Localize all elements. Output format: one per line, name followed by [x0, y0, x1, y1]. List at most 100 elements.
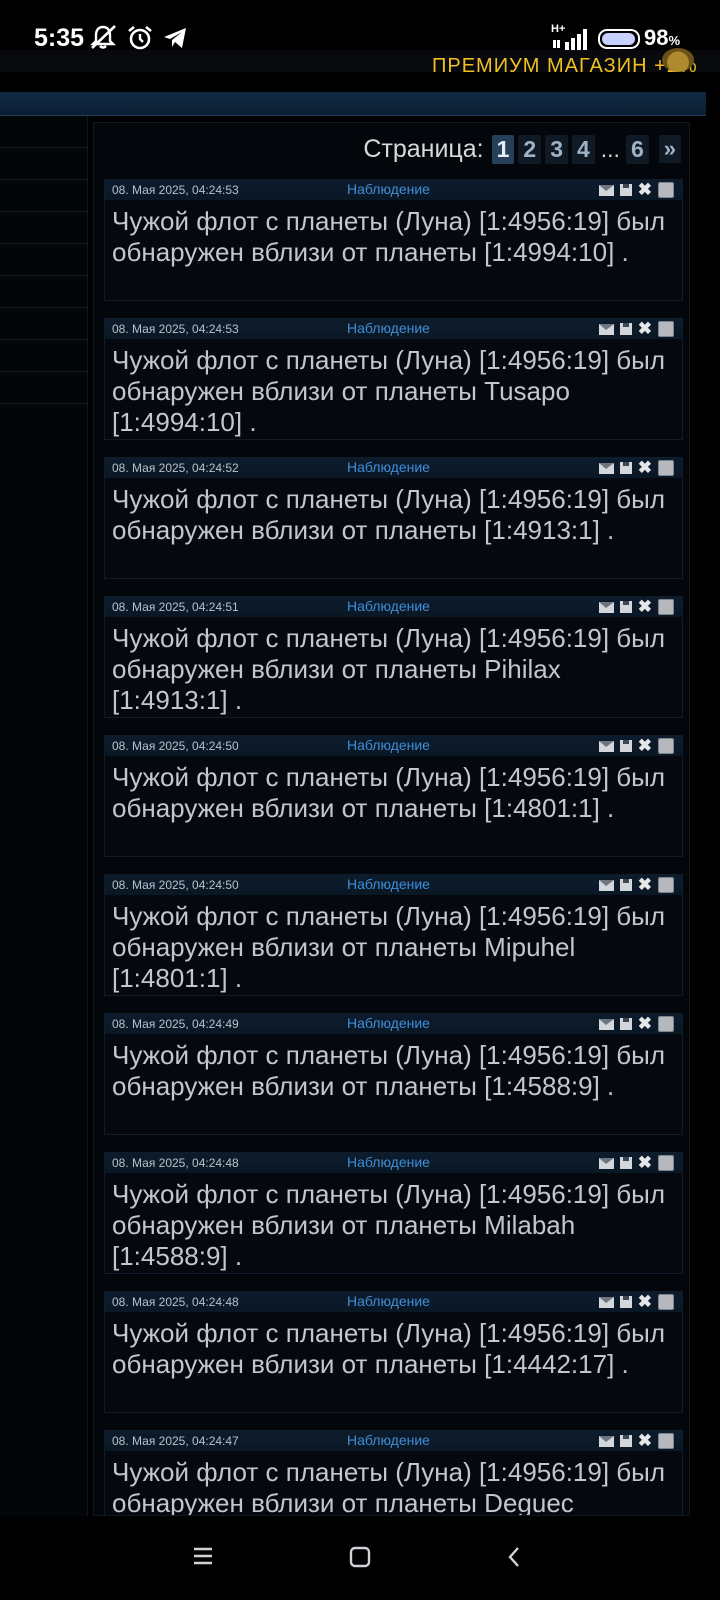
select-checkbox[interactable]: [658, 1294, 674, 1310]
delete-icon[interactable]: ✖: [638, 876, 652, 893]
delete-icon[interactable]: ✖: [638, 1432, 652, 1449]
reply-mail-icon[interactable]: [598, 879, 614, 891]
reply-mail-icon[interactable]: [598, 740, 614, 752]
save-icon[interactable]: [619, 879, 632, 891]
sidebar-item[interactable]: [0, 212, 87, 244]
next-page-button[interactable]: »: [658, 135, 681, 163]
message-actions: ✖: [598, 320, 674, 337]
message-date: 08. Мая 2025, 04:24:48: [112, 1156, 239, 1170]
message-item: 08. Мая 2025, 04:24:53 Наблюдение ✖ Чужо…: [104, 318, 683, 440]
reply-mail-icon[interactable]: [598, 1157, 614, 1169]
reply-mail-icon[interactable]: [598, 323, 614, 335]
page-button-4[interactable]: 4: [571, 134, 595, 164]
top-game-bar: ПРЕМИУМ МАГАЗИН +2%: [0, 50, 720, 72]
select-checkbox[interactable]: [658, 460, 674, 476]
save-icon[interactable]: [619, 462, 632, 474]
message-header: 08. Мая 2025, 04:24:48 Наблюдение ✖: [105, 1292, 682, 1312]
battery-percent-unit: %: [668, 33, 681, 48]
sidebar-item[interactable]: [0, 180, 87, 212]
reply-mail-icon[interactable]: [598, 1018, 614, 1030]
message-header: 08. Мая 2025, 04:24:52 Наблюдение ✖: [105, 458, 682, 478]
message-type: Наблюдение: [347, 1015, 430, 1031]
page-button-3[interactable]: 3: [545, 134, 568, 164]
home-icon[interactable]: [349, 1546, 371, 1568]
save-icon[interactable]: [619, 1157, 632, 1169]
menu-icon[interactable]: [192, 1546, 214, 1566]
sidebar-item[interactable]: [0, 276, 87, 308]
message-date: 08. Мая 2025, 04:24:51: [112, 600, 239, 614]
message-actions: ✖: [598, 1154, 674, 1171]
reply-mail-icon[interactable]: [598, 1296, 614, 1308]
save-icon[interactable]: [619, 323, 632, 335]
message-text: Чужой флот с планеты (Луна) [1:4956:19] …: [112, 1179, 666, 1271]
select-checkbox[interactable]: [658, 321, 674, 337]
reply-mail-icon[interactable]: [598, 462, 614, 474]
message-type: Наблюдение: [347, 181, 430, 197]
message-item: 08. Мая 2025, 04:24:50 Наблюдение ✖ Чужо…: [104, 874, 683, 996]
select-checkbox[interactable]: [658, 1016, 674, 1032]
sidebar-item[interactable]: [0, 308, 87, 340]
pagination-ellipsis: ...: [600, 135, 620, 162]
premium-coin-icon[interactable]: [662, 48, 694, 72]
premium-shop-link[interactable]: ПРЕМИУМ МАГАЗИН +2%: [432, 56, 698, 72]
save-icon[interactable]: [619, 1296, 632, 1308]
sidebar-item[interactable]: [0, 116, 87, 148]
message-item: 08. Мая 2025, 04:24:47 Наблюдение ✖ Чужо…: [104, 1430, 683, 1516]
battery-fill: [602, 33, 636, 45]
back-icon[interactable]: [506, 1546, 522, 1568]
sidebar-item[interactable]: [0, 340, 87, 372]
save-icon[interactable]: [619, 184, 632, 196]
select-checkbox[interactable]: [658, 599, 674, 615]
delete-icon[interactable]: ✖: [638, 320, 652, 337]
delete-icon[interactable]: ✖: [638, 1015, 652, 1032]
page-button-1[interactable]: 1: [491, 134, 515, 164]
page-button-6[interactable]: 6: [625, 134, 649, 164]
system-nav-bar: [0, 1516, 720, 1600]
reply-mail-icon[interactable]: [598, 601, 614, 613]
save-icon[interactable]: [619, 1435, 632, 1447]
page-button-2[interactable]: 2: [518, 134, 542, 164]
message-type: Наблюдение: [347, 1293, 430, 1309]
message-text: Чужой флот с планеты (Луна) [1:4956:19] …: [112, 1457, 666, 1516]
select-checkbox[interactable]: [658, 1433, 674, 1449]
message-text: Чужой флот с планеты (Луна) [1:4956:19] …: [112, 623, 666, 715]
delete-icon[interactable]: ✖: [638, 459, 652, 476]
sidebar-item[interactable]: [0, 372, 87, 404]
delete-icon[interactable]: ✖: [638, 598, 652, 615]
message-text: Чужой флот с планеты (Луна) [1:4956:19] …: [112, 206, 666, 267]
message-date: 08. Мая 2025, 04:24:49: [112, 1017, 239, 1031]
delete-icon[interactable]: ✖: [638, 737, 652, 754]
save-icon[interactable]: [619, 740, 632, 752]
reply-mail-icon[interactable]: [598, 184, 614, 196]
battery-icon: [598, 29, 640, 49]
message-item: 08. Мая 2025, 04:24:49 Наблюдение ✖ Чужо…: [104, 1013, 683, 1135]
message-text: Чужой флот с планеты (Луна) [1:4956:19] …: [112, 901, 666, 993]
sidebar-item[interactable]: [0, 148, 87, 180]
delete-icon[interactable]: ✖: [638, 181, 652, 198]
select-checkbox[interactable]: [658, 182, 674, 198]
message-actions: ✖: [598, 1293, 674, 1310]
battery-percent: 98%: [644, 25, 680, 51]
select-checkbox[interactable]: [658, 738, 674, 754]
message-actions: ✖: [598, 1432, 674, 1449]
message-header: 08. Мая 2025, 04:24:47 Наблюдение ✖: [105, 1431, 682, 1451]
message-text: Чужой флот с планеты (Луна) [1:4956:19] …: [112, 1318, 666, 1379]
delete-icon[interactable]: ✖: [638, 1154, 652, 1171]
reply-mail-icon[interactable]: [598, 1435, 614, 1447]
sidebar-item[interactable]: [0, 244, 87, 276]
message-text: Чужой флот с планеты (Луна) [1:4956:19] …: [112, 484, 666, 545]
save-icon[interactable]: [619, 601, 632, 613]
message-date: 08. Мая 2025, 04:24:53: [112, 322, 239, 336]
select-checkbox[interactable]: [658, 877, 674, 893]
save-icon[interactable]: [619, 1018, 632, 1030]
delete-icon[interactable]: ✖: [638, 1293, 652, 1310]
notifications-muted-icon: [90, 25, 116, 49]
message-item: 08. Мая 2025, 04:24:52 Наблюдение ✖ Чужо…: [104, 457, 683, 579]
pagination: Страница: 1 2 3 4 ... 6 »: [363, 133, 681, 165]
header-stripe: [0, 92, 706, 116]
select-checkbox[interactable]: [658, 1155, 674, 1171]
message-type: Наблюдение: [347, 320, 430, 336]
pagination-label: Страница:: [363, 134, 484, 163]
message-actions: ✖: [598, 598, 674, 615]
message-date: 08. Мая 2025, 04:24:50: [112, 739, 239, 753]
